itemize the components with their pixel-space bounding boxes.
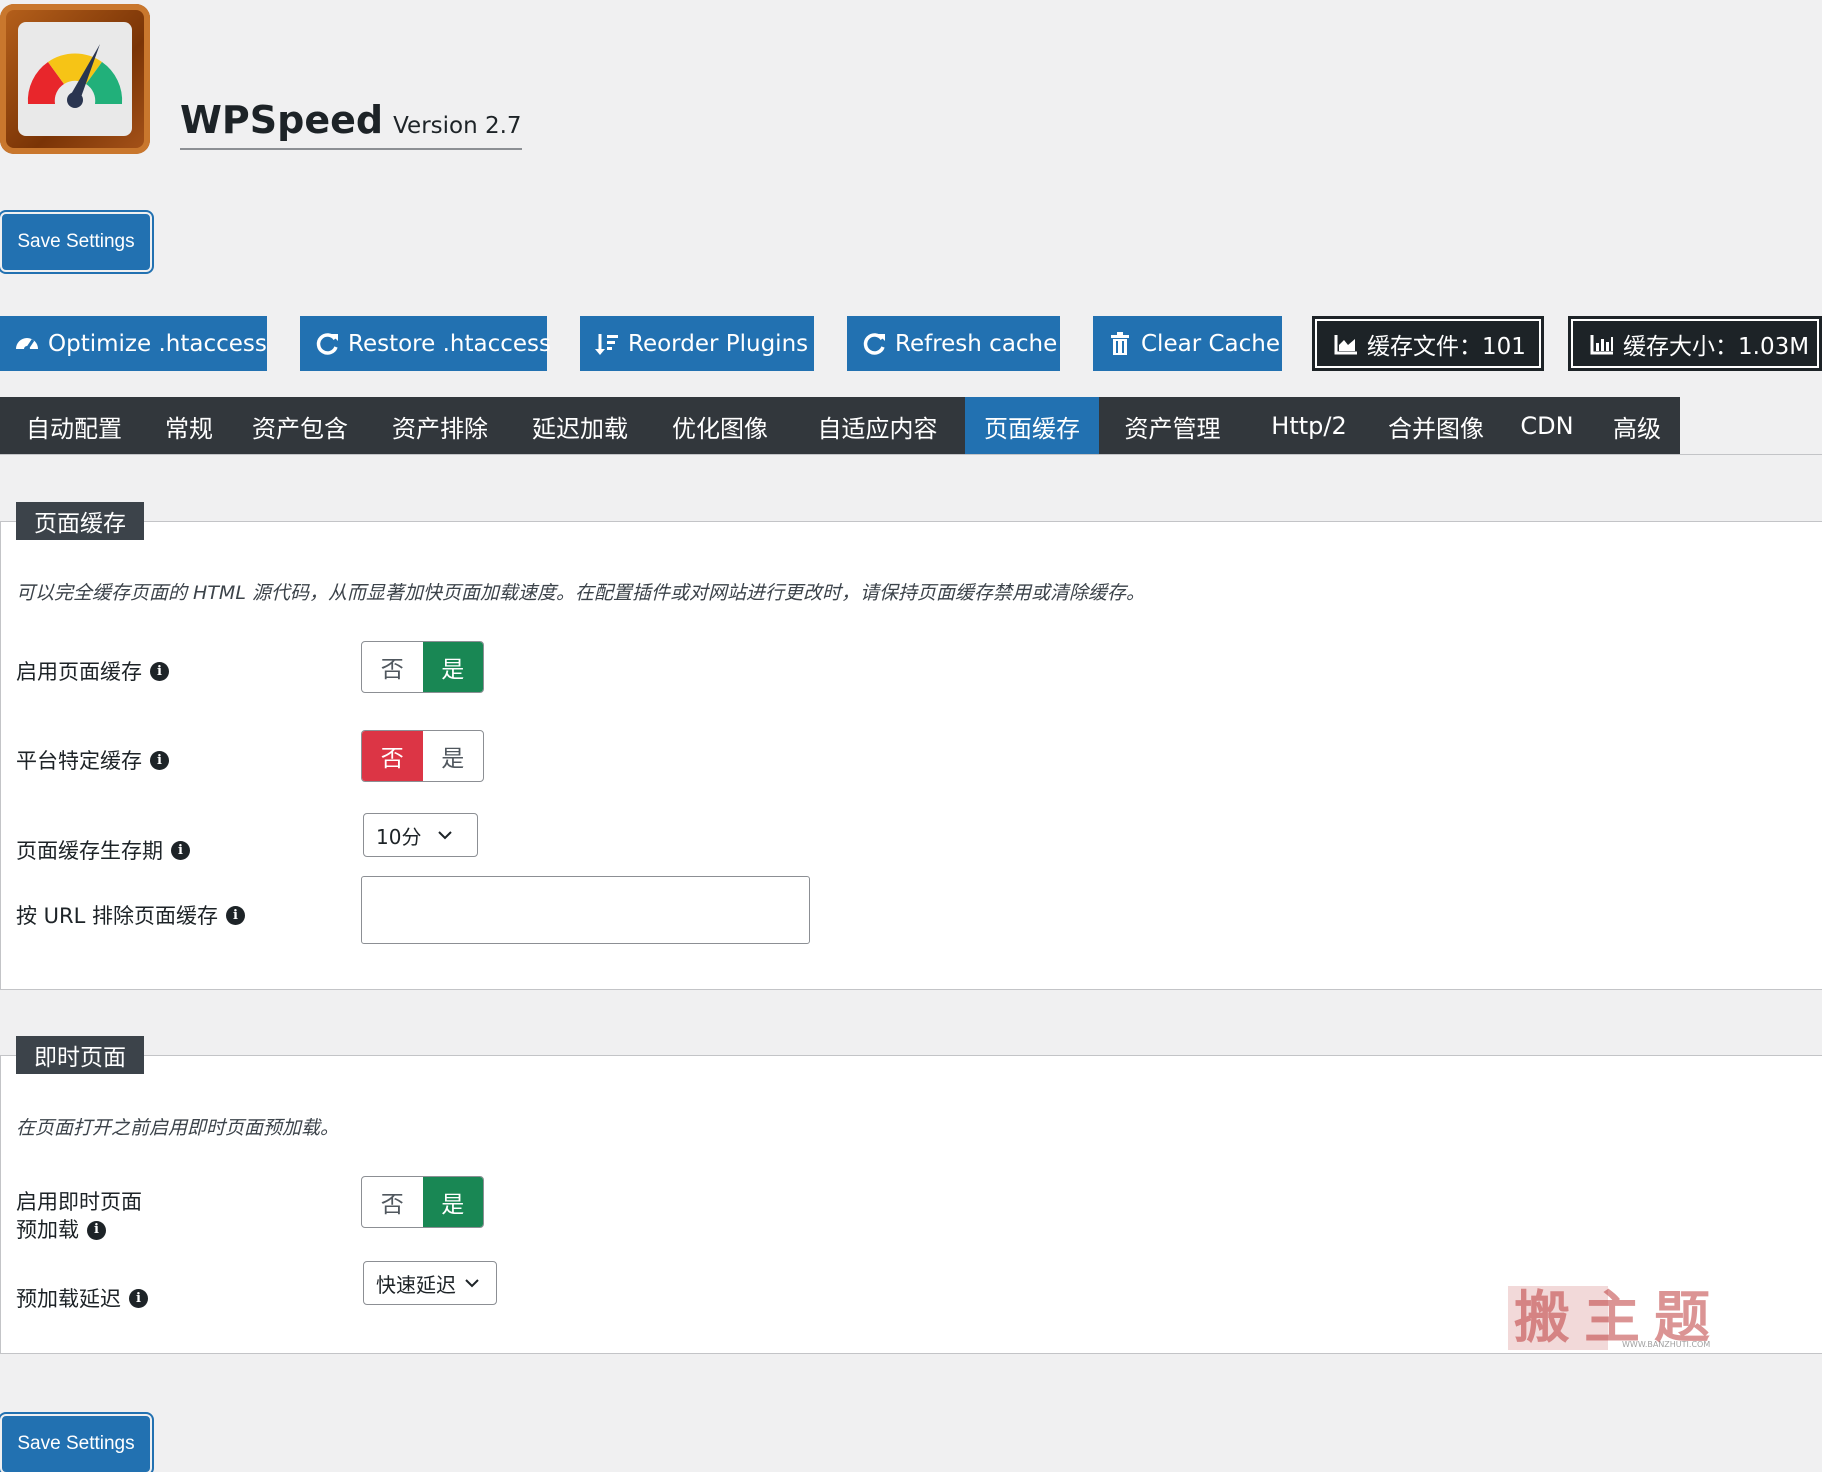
trash-icon	[1111, 331, 1129, 355]
tab-divider	[0, 454, 1822, 455]
info-icon[interactable]: i	[150, 750, 169, 770]
platform-cache-text: 平台特定缓存	[16, 749, 142, 773]
clear-cache-label: Clear Cache	[1141, 330, 1280, 357]
cache-lifetime-label: 页面缓存生存期 i	[16, 835, 190, 865]
info-icon[interactable]: i	[171, 840, 190, 860]
settings-tabs: 自动配置 常规 资产包含 资产排除 延迟加载 优化图像 自适应内容 页面缓存 资…	[0, 397, 1680, 455]
tab-asset-exclude[interactable]: 资产排除	[370, 397, 510, 455]
area-chart-icon	[1334, 334, 1357, 354]
info-icon[interactable]: i	[87, 1220, 106, 1240]
sort-icon	[595, 333, 618, 355]
page-title: WPSpeed Version 2.7	[180, 98, 522, 150]
info-icon[interactable]: i	[226, 905, 246, 925]
cache-files-stat: 缓存文件：101	[1312, 316, 1544, 371]
tab-cdn[interactable]: CDN	[1500, 397, 1594, 455]
watermark-url: WWW.BANZHUTI.COM	[1622, 1340, 1711, 1349]
platform-cache-toggle: 否 是	[361, 730, 484, 782]
watermark-text: 搬主题	[1514, 1285, 1724, 1351]
cache-lifetime-select[interactable]: 10分	[363, 813, 478, 857]
watermark-logo: 搬主题 WWW.BANZHUTI.COM	[1508, 1282, 1736, 1354]
enable-instant-page-label: 启用即时页面 预加载 i	[16, 1188, 142, 1244]
refresh-icon	[316, 332, 338, 355]
exclude-url-label: 按 URL 排除页面缓存 i	[16, 900, 246, 930]
chevron-down-icon	[465, 1279, 479, 1288]
chevron-down-icon	[438, 831, 453, 840]
refresh-icon	[863, 332, 885, 355]
exclude-url-text: 按 URL 排除页面缓存	[16, 904, 219, 928]
instant-page-legend: 即时页面	[16, 1036, 144, 1074]
toggle-yes-option[interactable]: 是	[422, 1177, 483, 1227]
optimize-htaccess-button[interactable]: Optimize .htaccess	[0, 316, 267, 371]
bar-chart-icon	[1590, 334, 1613, 354]
page-cache-description: 可以完全缓存页面的 HTML 源代码，从而显著加快页面加载速度。在配置插件或对网…	[16, 582, 1145, 604]
enable-page-cache-text: 启用页面缓存	[16, 660, 142, 684]
save-settings-button-bottom[interactable]: Save Settings	[2, 1416, 150, 1472]
tab-auto-config[interactable]: 自动配置	[0, 397, 148, 455]
tab-advanced[interactable]: 高级	[1594, 397, 1680, 455]
enable-page-cache-toggle: 否 是	[361, 641, 484, 693]
clear-cache-button[interactable]: Clear Cache	[1093, 316, 1282, 371]
tab-optimize-images[interactable]: 优化图像	[650, 397, 790, 455]
toggle-no-option[interactable]: 否	[362, 731, 423, 781]
tab-general[interactable]: 常规	[148, 397, 230, 455]
wpspeed-logo	[0, 4, 150, 154]
enable-instant-page-toggle: 否 是	[361, 1176, 484, 1228]
preload-delay-value: 快速延迟	[376, 1272, 456, 1297]
gauge-icon	[16, 337, 38, 352]
tab-asset-management[interactable]: 资产管理	[1099, 397, 1246, 455]
enable-instant-page-text-line1: 启用即时页面	[16, 1190, 142, 1214]
tab-adaptive-content[interactable]: 自适应内容	[790, 397, 965, 455]
plugin-name: WPSpeed	[180, 98, 384, 142]
toggle-yes-option[interactable]: 是	[422, 642, 483, 692]
page-cache-legend: 页面缓存	[16, 502, 144, 540]
plugin-version: Version 2.7	[393, 113, 522, 139]
refresh-cache-label: Refresh cache	[895, 330, 1058, 357]
preload-delay-select[interactable]: 快速延迟	[363, 1261, 497, 1305]
platform-cache-label: 平台特定缓存 i	[16, 745, 169, 775]
cache-size-label: 缓存大小：1.03M	[1623, 333, 1810, 360]
optimize-htaccess-label: Optimize .htaccess	[48, 330, 267, 357]
restore-htaccess-button[interactable]: Restore .htaccess	[300, 316, 551, 371]
toggle-no-option[interactable]: 否	[362, 642, 423, 692]
speedometer-icon	[27, 44, 123, 108]
preload-delay-text: 预加载延迟	[16, 1287, 121, 1311]
tab-http2[interactable]: Http/2	[1246, 397, 1372, 455]
tab-sprite-images[interactable]: 合并图像	[1372, 397, 1500, 455]
toggle-yes-option[interactable]: 是	[423, 731, 484, 781]
toggle-no-option[interactable]: 否	[362, 1177, 423, 1227]
reorder-plugins-label: Reorder Plugins	[628, 330, 809, 357]
cache-lifetime-text: 页面缓存生存期	[16, 839, 163, 863]
reorder-plugins-button[interactable]: Reorder Plugins	[580, 316, 814, 371]
cache-size-stat: 缓存大小：1.03M	[1568, 316, 1822, 371]
cache-lifetime-value: 10分	[376, 824, 422, 849]
preload-delay-label: 预加载延迟 i	[16, 1283, 148, 1313]
refresh-cache-button[interactable]: Refresh cache	[847, 316, 1060, 371]
tab-asset-include[interactable]: 资产包含	[230, 397, 370, 455]
tab-page-cache[interactable]: 页面缓存	[965, 397, 1099, 455]
tab-lazy-load[interactable]: 延迟加载	[510, 397, 650, 455]
instant-page-description: 在页面打开之前启用即时页面预加载。	[16, 1117, 340, 1139]
exclude-url-input[interactable]	[361, 876, 810, 944]
info-icon[interactable]: i	[129, 1288, 148, 1308]
enable-page-cache-label: 启用页面缓存 i	[16, 656, 169, 686]
save-settings-button[interactable]: Save Settings	[2, 214, 150, 270]
restore-htaccess-label: Restore .htaccess	[348, 330, 551, 357]
cache-files-label: 缓存文件：101	[1367, 333, 1526, 360]
info-icon[interactable]: i	[150, 661, 169, 681]
enable-instant-page-text-line2: 预加载	[16, 1218, 79, 1242]
